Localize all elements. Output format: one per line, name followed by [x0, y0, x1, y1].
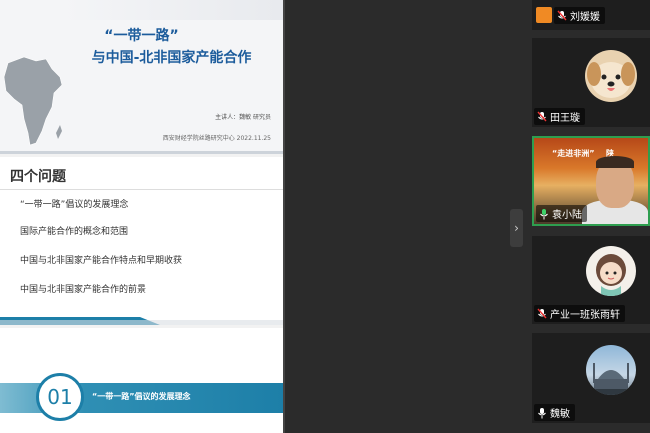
- section-number-badge: 01: [36, 373, 84, 421]
- participant-namebar: 产业一班张雨轩: [534, 305, 625, 322]
- slide2-item: 中国与北非国家产能合作的前景: [20, 285, 147, 295]
- slide-thumbnail-2[interactable]: 四个问题 “一带一路”倡议的发展理念 国际产能合作的概念和范围 中国与北非国家产…: [0, 157, 283, 325]
- participant-name: 田王璇: [550, 113, 580, 124]
- cartoon-girl-avatar: [586, 246, 636, 296]
- participant-tile[interactable]: 产业一班张雨轩: [532, 236, 650, 324]
- participant-namebar: 刘媛媛: [554, 7, 605, 24]
- slide2-item: 中国与北非国家产能合作特点和早期收获: [20, 256, 183, 266]
- person-icon: [536, 7, 552, 23]
- slide1-speaker: 主讲人：魏敏 研究员: [215, 114, 271, 121]
- mosque-avatar: [586, 345, 636, 395]
- slide1-title-line1: “一带一路”: [104, 28, 179, 44]
- participant-namebar: 袁小陆: [536, 205, 587, 222]
- mic-muted-icon: [557, 10, 567, 20]
- collapse-sidebar-button[interactable]: ›: [510, 209, 523, 247]
- section-title: “一带一路”倡议的发展理念: [92, 392, 191, 401]
- participant-namebar: 田王璇: [534, 108, 585, 125]
- participant-name: 刘媛媛: [570, 12, 600, 23]
- participant-name: 产业一班张雨轩: [550, 310, 620, 321]
- participant-tile[interactable]: 刘媛媛: [532, 0, 650, 30]
- slide2-heading: 四个问题: [10, 169, 66, 185]
- participant-name: 袁小陆: [552, 210, 582, 221]
- participant-tile[interactable]: 魏敏: [532, 333, 650, 423]
- mic-muted-icon: [537, 308, 547, 318]
- slide2-item: “一带一路”倡议的发展理念: [20, 200, 129, 210]
- participant-tile[interactable]: 田王璇: [532, 38, 650, 127]
- dog-avatar: [585, 50, 637, 102]
- slide1-title-line2: 与中国-北非国家产能合作: [91, 50, 252, 66]
- slide-header-decoration: [63, 0, 283, 20]
- slide1-org-date: 西安财经学院丝路研究中心 2022.11.25: [162, 135, 271, 142]
- slide2-item: 国际产能合作的概念和范围: [20, 227, 129, 237]
- participant-namebar: 魏敏: [534, 404, 575, 421]
- slide-thumbnail-3[interactable]: 01 “一带一路”倡议的发展理念: [0, 328, 283, 433]
- person-hair: [596, 156, 634, 168]
- africa-map-icon: [3, 56, 63, 146]
- video-banner-text: “走进非洲”: [552, 149, 595, 158]
- slide2-bottom-stripe: [0, 317, 283, 325]
- slide-thumbnail-panel: “一带一路” 与中国-北非国家产能合作 主讲人：魏敏 研究员 西安财经学院丝路研…: [0, 0, 283, 433]
- slide2-divider: [0, 189, 283, 190]
- slide-thumbnail-1[interactable]: “一带一路” 与中国-北非国家产能合作 主讲人：魏敏 研究员 西安财经学院丝路研…: [0, 0, 283, 154]
- slide-divider: [0, 151, 283, 154]
- mic-muted-icon: [537, 111, 547, 121]
- participant-tile-active-speaker[interactable]: “走进非洲” 陕 袁小陆: [532, 136, 650, 226]
- mic-active-icon: [540, 208, 548, 219]
- participant-name: 魏敏: [550, 409, 570, 420]
- mic-icon: [538, 407, 546, 418]
- chevron-right-icon: ›: [514, 221, 519, 235]
- panel-divider: [283, 0, 285, 433]
